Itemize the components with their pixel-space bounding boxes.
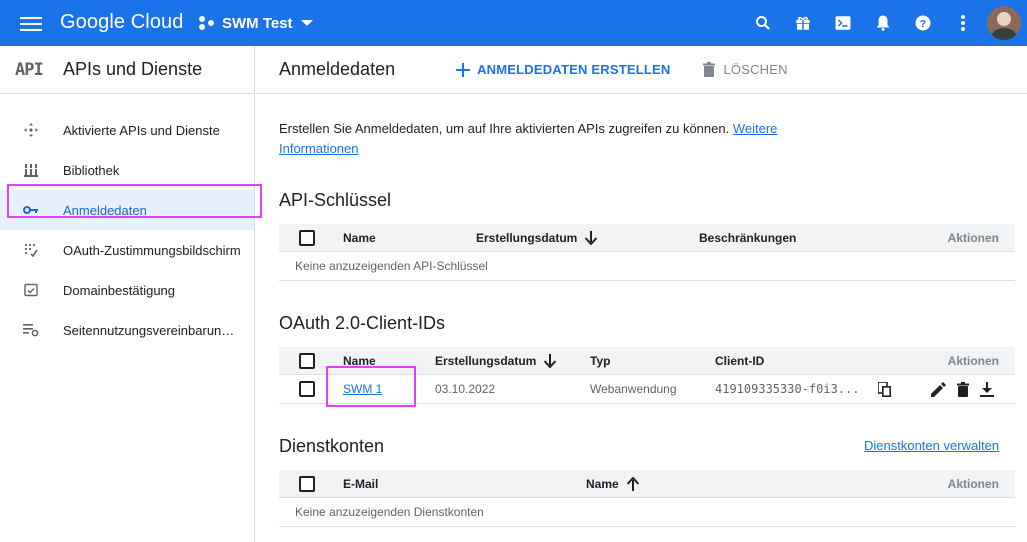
domain-verification-icon (22, 281, 40, 299)
column-header-name[interactable]: Name (343, 224, 376, 251)
sidebar-item-label: OAuth-Zustimmungsbildschirm (63, 242, 241, 258)
column-header-actions: Aktionen (947, 230, 999, 245)
column-header-actions: Aktionen (947, 353, 999, 368)
more-vert-icon[interactable] (951, 11, 975, 35)
page-header: Anmeldedaten ANMELDEDATEN ERSTELLEN LÖSC… (256, 46, 1027, 94)
column-header-type[interactable]: Typ (590, 347, 610, 374)
settings-list-icon (22, 321, 40, 339)
table-header: Name Erstellungsdatum Beschränkungen Akt… (279, 224, 1015, 252)
api-keys-title: API-Schlüssel (279, 190, 392, 210)
client-date: 03.10.2022 (435, 382, 496, 396)
client-type: Webanwendung (590, 382, 677, 396)
sidebar-item-credentials[interactable]: Anmeldedaten (0, 190, 254, 230)
select-all-checkbox[interactable] (299, 229, 315, 246)
sidebar-item-label: Anmeldedaten (63, 202, 147, 218)
arrow-up-icon (626, 476, 639, 491)
empty-row: Keine anzuzeigenden API-Schlüssel (279, 252, 1015, 281)
service-accounts-table: E-Mail Name Aktionen Keine anzuzeigenden… (279, 470, 1015, 527)
sidebar-item-label: Domainbestätigung (63, 282, 176, 298)
row-checkbox[interactable] (299, 381, 315, 397)
project-selector[interactable]: SWM Test (198, 11, 313, 35)
sidebar: API APIs und Dienste Aktivierte APIs und… (0, 46, 262, 542)
main-content: Anmeldedaten ANMELDEDATEN ERSTELLEN LÖSC… (256, 46, 1027, 542)
oauth-consent-icon (22, 241, 40, 259)
project-name: SWM Test (222, 14, 293, 32)
delete-label: LÖSCHEN (723, 62, 788, 77)
sidebar-item-domain-verification[interactable]: Domainbestätigung (0, 270, 254, 310)
column-header-date[interactable]: Erstellungsdatum (435, 347, 557, 374)
description-text: Erstellen Sie Anmeldedaten, um auf Ihre … (279, 121, 730, 136)
top-app-bar: Google Cloud SWM Test ? (0, 0, 1027, 46)
cloud-shell-icon[interactable] (831, 11, 855, 35)
column-header-actions: Aktionen (947, 476, 999, 491)
copy-icon[interactable] (874, 379, 894, 399)
delete-icon (703, 62, 716, 77)
sidebar-item-label: Seitennutzungsvereinbarungen (63, 322, 241, 338)
help-icon[interactable]: ? (911, 11, 935, 35)
key-icon (22, 201, 40, 219)
download-icon[interactable] (977, 379, 997, 399)
api-keys-table: Name Erstellungsdatum Beschränkungen Akt… (279, 224, 1015, 281)
api-logo: API (15, 59, 44, 80)
notifications-icon[interactable] (871, 11, 895, 35)
sidebar-title: APIs und Dienste (63, 59, 203, 79)
create-credentials-button[interactable]: ANMELDEDATEN ERSTELLEN (456, 62, 670, 77)
edit-icon[interactable] (928, 379, 948, 399)
empty-message: Keine anzuzeigenden API-Schlüssel (295, 259, 488, 273)
select-all-checkbox[interactable] (299, 475, 315, 492)
project-icon (199, 16, 214, 30)
main-menu-icon[interactable] (20, 13, 42, 33)
search-icon[interactable] (751, 11, 775, 35)
table-header: Name Erstellungsdatum Typ Client-ID Akti… (279, 347, 1015, 375)
empty-message: Keine anzuzeigenden Dienstkonten (295, 505, 484, 519)
create-credentials-label: ANMELDEDATEN ERSTELLEN (477, 62, 671, 77)
empty-row: Keine anzuzeigenden Dienstkonten (279, 498, 1015, 527)
library-icon (22, 161, 40, 179)
table-row: SWM 1 03.10.2022 Webanwendung 4191093353… (279, 375, 1015, 404)
column-header-client-id[interactable]: Client-ID (715, 347, 764, 374)
delete-button[interactable]: LÖSCHEN (703, 62, 788, 77)
column-header-email[interactable]: E-Mail (343, 470, 378, 497)
add-icon (456, 62, 471, 77)
oauth-title: OAuth 2.0-Client-IDs (279, 313, 446, 333)
arrow-down-icon (585, 230, 598, 245)
delete-icon[interactable] (953, 379, 973, 399)
gift-icon[interactable] (791, 11, 815, 35)
select-all-checkbox[interactable] (299, 352, 315, 369)
apis-services-icon (22, 121, 40, 139)
sidebar-item-page-usage-agreements[interactable]: Seitennutzungsvereinbarungen (0, 310, 254, 350)
page-title: Anmeldedaten (279, 59, 396, 79)
sidebar-item-label: Bibliothek (63, 162, 120, 178)
client-name-link[interactable]: SWM 1 (343, 375, 382, 403)
table-header: E-Mail Name Aktionen (279, 470, 1015, 498)
sidebar-item-oauth-consent[interactable]: OAuth-Zustimmungsbildschirm (0, 230, 254, 270)
google-cloud-logo[interactable]: Google Cloud (60, 11, 184, 34)
account-avatar[interactable] (987, 6, 1021, 40)
oauth-table: Name Erstellungsdatum Typ Client-ID Akti… (279, 347, 1015, 404)
sidebar-header: API APIs und Dienste (0, 46, 254, 94)
column-header-date[interactable]: Erstellungsdatum (476, 224, 598, 251)
column-header-name[interactable]: Name (586, 470, 639, 497)
chevron-down-icon (300, 20, 313, 26)
svg-text:?: ? (920, 18, 926, 30)
service-accounts-title: Dienstkonten (279, 436, 385, 456)
arrow-down-icon (544, 353, 557, 368)
manage-service-accounts-link[interactable]: Dienstkonten verwalten (864, 438, 999, 453)
client-id-value: 419109335330-f0i3... (715, 382, 860, 396)
column-header-name[interactable]: Name (343, 347, 376, 374)
sidebar-item-label: Aktivierte APIs und Dienste (63, 122, 220, 138)
sidebar-item-library[interactable]: Bibliothek (0, 150, 254, 190)
sidebar-item-enabled-apis[interactable]: Aktivierte APIs und Dienste (0, 110, 254, 150)
column-header-restrictions: Beschränkungen (699, 230, 797, 245)
page-description: Erstellen Sie Anmeldedaten, um auf Ihre … (279, 119, 799, 159)
